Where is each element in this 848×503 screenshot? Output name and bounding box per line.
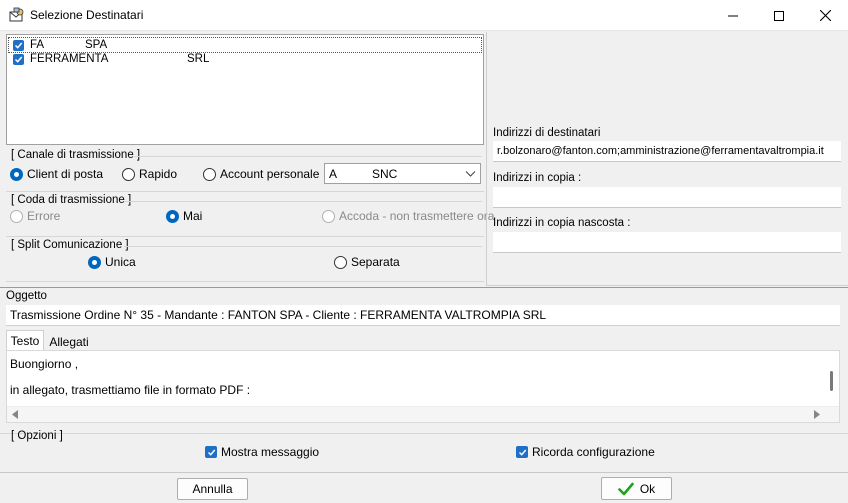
subject-label: Oggetto <box>6 290 47 302</box>
section-divider <box>0 287 848 288</box>
canale-group-label: [ Canale di trasmissione ] <box>11 149 141 161</box>
close-button[interactable] <box>802 0 848 31</box>
account-name: A <box>329 166 338 181</box>
radio-dot <box>322 209 335 223</box>
section-divider <box>0 472 848 473</box>
recipient-name: FERRAMENTA <box>30 53 109 65</box>
check-icon <box>14 42 23 49</box>
recipient-name-suffix: SPA <box>85 39 108 51</box>
group-divider <box>6 281 484 282</box>
tab-label: Allegati <box>49 334 89 349</box>
group-divider <box>6 236 484 237</box>
bcc-address-field[interactable] <box>493 232 841 253</box>
check-icon <box>14 56 23 63</box>
checkbox-label: Ricorda configurazione <box>532 445 655 459</box>
remember-config-checkbox[interactable]: Ricorda configurazione <box>516 445 655 459</box>
scroll-left-icon[interactable] <box>11 410 19 419</box>
recipient-name: FA <box>30 39 45 51</box>
cc-address-field[interactable] <box>493 187 841 208</box>
radio-client-di-posta[interactable]: Client di posta <box>10 167 103 181</box>
radio-dot <box>88 255 101 269</box>
scroll-right-icon[interactable] <box>813 410 821 419</box>
radio-label: Account personale <box>220 167 320 181</box>
group-divider <box>134 156 482 157</box>
title-bar: Selezione Destinatari <box>0 0 848 31</box>
minimize-icon <box>728 15 738 16</box>
recipients-list[interactable]: FA SPA FERRAMENTA SRL <box>6 34 484 145</box>
recipient-checkbox[interactable] <box>13 39 24 51</box>
users-mail-icon <box>8 7 26 25</box>
cancel-label: Annulla <box>192 482 233 496</box>
radio-account-personale[interactable]: Account personale <box>203 167 319 181</box>
show-message-checkbox[interactable]: Mostra messaggio <box>205 445 319 459</box>
radio-dot <box>122 167 135 181</box>
to-address-field[interactable]: r.bolzonaro@fanton.com;amministrazione@f… <box>493 141 841 162</box>
list-item[interactable]: FERRAMENTA SRL <box>9 52 481 66</box>
cc-label: Indirizzi in copia : <box>493 172 582 184</box>
radio-dot <box>10 167 23 181</box>
radio-unica[interactable]: Unica <box>88 255 136 269</box>
bcc-label: Indirizzi in copia nascosta : <box>493 217 631 229</box>
radio-accoda[interactable]: Accoda - non trasmettere ora <box>322 209 494 223</box>
checkmark-icon <box>618 482 634 495</box>
list-item[interactable]: FA SPA <box>8 37 482 53</box>
ok-button[interactable]: Ok <box>601 477 672 500</box>
coda-group-label: [ Coda di trasmissione ] <box>11 194 132 206</box>
check-icon <box>518 449 526 456</box>
radio-label: Mai <box>183 209 203 223</box>
radio-label: Rapido <box>139 167 178 181</box>
group-divider <box>124 246 482 247</box>
recipient-name-suffix: SRL <box>187 53 210 65</box>
radio-separata[interactable]: Separata <box>334 255 400 269</box>
account-name-suffix: SNC <box>372 166 398 181</box>
group-divider <box>6 191 484 192</box>
vertical-scrollbar-thumb[interactable] <box>830 371 833 391</box>
section-divider <box>0 433 848 434</box>
radio-dot <box>334 255 347 269</box>
cancel-button[interactable]: Annulla <box>177 478 248 500</box>
radio-errore[interactable]: Errore <box>10 209 60 223</box>
account-select[interactable]: A SNC <box>324 163 481 184</box>
radio-label: Client di posta <box>27 167 104 181</box>
group-divider <box>124 201 482 202</box>
tab-label: Testo <box>10 333 40 348</box>
tab-testo[interactable]: Testo <box>6 330 44 350</box>
radio-dot <box>10 209 23 223</box>
checkbox-label: Mostra messaggio <box>221 445 320 459</box>
ok-label: Ok <box>639 481 656 496</box>
options-group-label: [ Opzioni ] <box>11 430 63 442</box>
maximize-button[interactable] <box>756 0 802 31</box>
radio-dot <box>166 209 179 223</box>
radio-dot <box>203 167 216 181</box>
window-title: Selezione Destinatari <box>30 8 144 22</box>
to-address-value: r.bolzonaro@fanton.com;amministrazione@f… <box>497 145 824 157</box>
checkbox-box <box>516 446 528 458</box>
message-line: in allegato, trasmettiamo file in format… <box>10 383 251 397</box>
radio-label: Separata <box>351 255 400 269</box>
radio-label: Unica <box>105 255 136 269</box>
subject-input[interactable]: Trasmissione Ordine N° 35 - Mandante : F… <box>6 305 840 326</box>
radio-rapido[interactable]: Rapido <box>122 167 177 181</box>
close-icon <box>819 10 831 21</box>
check-icon <box>207 449 215 456</box>
subject-value: Trasmissione Ordine N° 35 - Mandante : F… <box>10 308 547 322</box>
maximize-icon <box>774 10 784 21</box>
radio-label: Errore <box>27 209 61 223</box>
tab-allegati[interactable]: Allegati <box>46 333 92 350</box>
radio-mai[interactable]: Mai <box>166 209 202 223</box>
horizontal-scrollbar[interactable] <box>7 406 839 422</box>
chevron-down-icon <box>465 171 476 177</box>
minimize-button[interactable] <box>710 0 756 31</box>
split-group-label: [ Split Comunicazione ] <box>11 239 129 251</box>
recipient-checkbox[interactable] <box>13 53 24 65</box>
checkbox-box <box>205 446 217 458</box>
to-label: Indirizzi di destinatari <box>493 127 601 139</box>
message-line: Buongiorno , <box>10 357 79 371</box>
radio-label: Accoda - non trasmettere ora <box>339 209 495 223</box>
message-body[interactable]: Buongiorno , in allegato, trasmettiamo f… <box>6 350 840 423</box>
